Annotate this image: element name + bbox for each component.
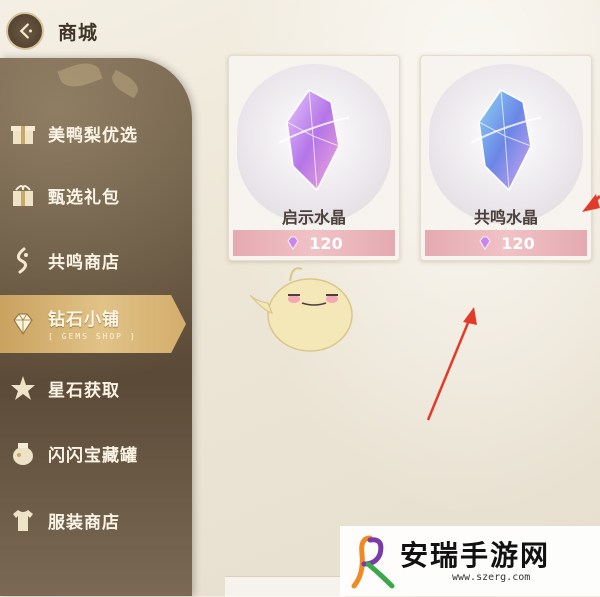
leaf-decoration: [108, 69, 142, 99]
product-name: 共鸣水晶: [473, 208, 538, 227]
back-arrow-icon: [19, 23, 32, 39]
sidebar-item-treasure-jar[interactable]: 闪闪宝藏罐: [0, 423, 178, 483]
sidebar-item-label: 甄选礼包: [48, 187, 120, 208]
sidebar-item-selected-packs[interactable]: 甄选礼包: [0, 165, 178, 225]
watermark-url: www.szerg.com: [452, 572, 531, 583]
treasure-jar-icon: [6, 436, 40, 470]
price-bar[interactable]: 120: [233, 230, 395, 256]
sidebar-item-meiyali[interactable]: 美鸭梨优选: [0, 103, 178, 163]
sidebar-item-label: 美鸭梨优选: [48, 125, 138, 146]
revelation-crystal-icon: [279, 89, 349, 192]
diamond-icon: [6, 307, 40, 341]
header: 商城: [0, 0, 230, 62]
sidebar-item-clothing-shop[interactable]: 服装商店: [0, 490, 178, 550]
star-stone-icon: [6, 371, 40, 405]
sidebar-item-label: 服装商店: [48, 512, 120, 533]
product-card-revelation-crystal[interactable]: 启示水晶 • • • 120: [228, 55, 400, 261]
watermark-text: 安瑞手游网: [400, 539, 551, 572]
watermark-logo-icon: [351, 535, 395, 589]
price-value: 120: [309, 233, 343, 253]
sidebar-item-star-stone[interactable]: 星石获取: [0, 358, 178, 418]
sidebar-item-resonance-shop[interactable]: 共鸣商店: [0, 230, 178, 290]
gift-box-icon: [6, 116, 40, 150]
watermark: 安瑞手游网 www.szerg.com: [340, 526, 600, 596]
product-name: 启示水晶: [281, 208, 346, 227]
bottom-strip: [225, 576, 345, 597]
gem-currency-icon: [479, 236, 491, 250]
sidebar: 美鸭梨优选 甄选礼包 共鸣商店 钻石小铺 [ GEMS SHOP ] 星石获取 …: [0, 58, 192, 596]
sidebar-item-label: 星石获取: [48, 380, 120, 401]
page-title: 商城: [58, 22, 99, 44]
sidebar-item-gems-shop[interactable]: 钻石小铺 [ GEMS SHOP ]: [0, 295, 186, 353]
duck-mascot-icon: [250, 267, 353, 352]
sidebar-item-label: 共鸣商店: [48, 252, 120, 273]
resonance-swirl-icon: [6, 243, 40, 277]
sidebar-item-label: 闪闪宝藏罐: [48, 445, 138, 466]
clothing-icon: [6, 503, 40, 537]
sidebar-item-label: 钻石小铺: [48, 310, 120, 330]
sidebar-item-sublabel: [ GEMS SHOP ]: [48, 332, 137, 341]
leaf-decoration: [57, 58, 103, 93]
gem-currency-icon: [287, 236, 299, 250]
gift-package-icon: [6, 178, 40, 212]
resonance-crystal-icon: [471, 89, 541, 192]
price-bar[interactable]: 120: [425, 230, 587, 256]
price-value: 120: [501, 233, 535, 253]
product-card-resonance-crystal[interactable]: 共鸣水晶 • • • 120: [420, 55, 592, 261]
back-button[interactable]: [6, 12, 44, 50]
